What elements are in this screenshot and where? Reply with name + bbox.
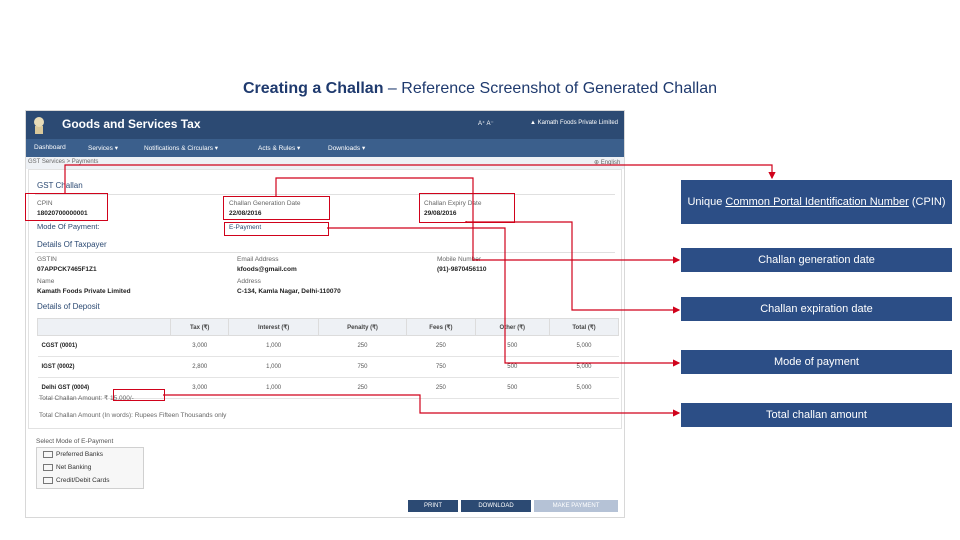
callout-cpin: Unique Common Portal Identification Numb… [681, 180, 952, 224]
connector-mode [327, 227, 681, 367]
callout-total: Total challan amount [681, 403, 952, 427]
connector-cpin [64, 164, 776, 193]
connector-exp-date [465, 221, 681, 314]
callout-exp-date: Challan expiration date [681, 297, 952, 321]
callout-gen-date: Challan generation date [681, 248, 952, 272]
connector-total [163, 394, 681, 417]
connector-gen-date [275, 177, 681, 264]
callout-mode: Mode of payment [681, 350, 952, 374]
